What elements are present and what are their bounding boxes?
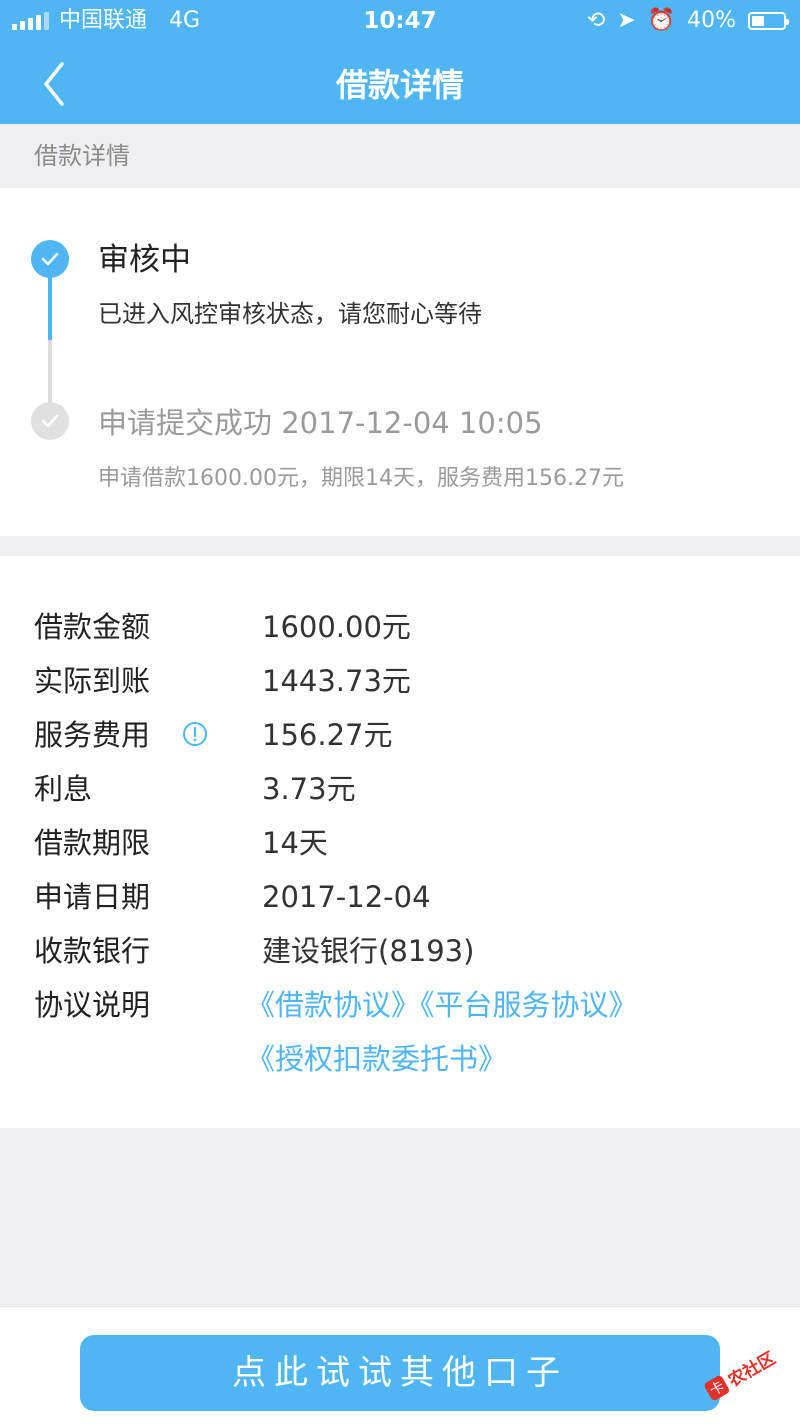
detail-label: 借款金额 — [34, 610, 151, 644]
detail-value: 156.27元 — [262, 718, 393, 752]
detail-label: 收款银行 — [34, 934, 151, 968]
status-timeline-card: 审核中 已进入风控审核状态，请您耐心等待 申请提交成功 2017-12-04 1… — [0, 188, 800, 536]
check-icon — [31, 240, 69, 278]
step-current-desc: 已进入风控审核状态，请您耐心等待 — [98, 300, 482, 328]
try-other-button[interactable]: 点此试试其他口子 — [80, 1335, 720, 1411]
detail-value: 1600.00元 — [262, 610, 411, 644]
detail-row: 借款金额 1600.00元 — [0, 600, 800, 654]
timeline-line-inactive — [48, 340, 52, 406]
detail-row: 利息 3.73元 — [0, 762, 800, 816]
detail-label: 借款期限 — [34, 826, 151, 860]
detail-row: 借款期限 14天 — [0, 816, 800, 870]
detail-label: 利息 — [34, 772, 93, 806]
detail-value: 1443.73元 — [262, 664, 411, 698]
section-label: 借款详情 — [0, 124, 800, 188]
loan-details-card: 借款金额 1600.00元 实际到账 1443.73元 服务费用 156.27元… — [0, 556, 800, 1128]
detail-row: 申请日期 2017-12-04 — [0, 870, 800, 924]
detail-row: 实际到账 1443.73元 — [0, 654, 800, 708]
agreement-links: 《借款协议》《平台服务协议》 《授权扣款委托书》 — [246, 978, 766, 1086]
detail-row: 收款银行 建设银行(8193) — [0, 924, 800, 978]
location-icon: ➤ — [617, 8, 636, 33]
detail-value: 14天 — [262, 826, 328, 860]
detail-value: 建设银行(8193) — [262, 934, 475, 968]
watermark-logo: 卡 农社区 — [698, 1330, 798, 1410]
loan-agreement-link[interactable]: 《借款协议》 — [246, 988, 420, 1022]
info-icon[interactable] — [182, 721, 208, 747]
detail-row: 服务费用 156.27元 — [0, 708, 800, 762]
step-done-desc: 申请借款1600.00元，期限14天，服务费用156.27元 — [98, 466, 624, 491]
platform-service-agreement-link[interactable]: 《平台服务协议》 — [420, 988, 638, 1022]
debit-authorization-link[interactable]: 《授权扣款委托书》 — [246, 1042, 507, 1076]
battery-icon — [748, 12, 789, 30]
detail-label: 实际到账 — [34, 664, 151, 698]
check-icon — [31, 402, 69, 440]
detail-label: 申请日期 — [34, 880, 151, 914]
nav-bar: 借款详情 — [0, 42, 800, 124]
alarm-icon: ⏰ — [647, 8, 676, 33]
svg-text:农社区: 农社区 — [724, 1348, 780, 1392]
page-title: 借款详情 — [335, 66, 464, 104]
agreement-label: 协议说明 — [34, 988, 151, 1022]
step-done-title: 申请提交成功 2017-12-04 10:05 — [98, 406, 543, 440]
rotation-lock-icon: ⟲ — [586, 8, 606, 33]
battery-percent: 40% — [687, 8, 736, 33]
bottom-action-bar: 点此试试其他口子 — [0, 1306, 800, 1424]
detail-value: 2017-12-04 — [262, 880, 431, 914]
app-header: 中国联通 4G 10:47 ⟲ ➤ ⏰ 40% 借款详情 — [0, 0, 800, 124]
detail-label: 服务费用 — [34, 718, 151, 752]
agreement-row: 协议说明 《借款协议》《平台服务协议》 《授权扣款委托书》 — [0, 978, 800, 1086]
detail-value: 3.73元 — [262, 772, 356, 806]
step-current-title: 审核中 — [98, 242, 191, 278]
status-bar: 中国联通 4G 10:47 ⟲ ➤ ⏰ 40% — [0, 0, 800, 42]
